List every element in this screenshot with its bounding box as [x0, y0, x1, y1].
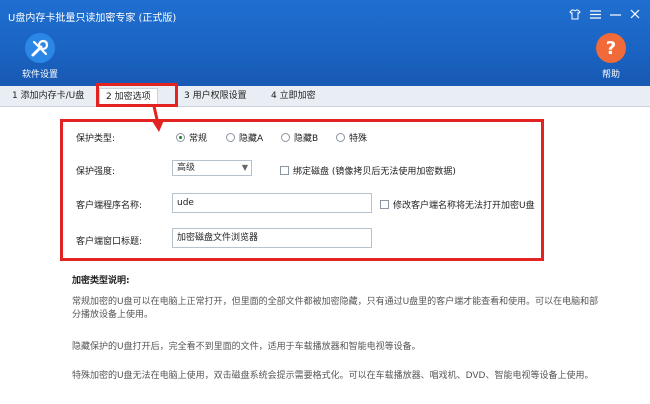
tab-add-card[interactable]: 1 添加内存卡/U盘 — [6, 88, 90, 107]
radio-label: 隐藏A — [239, 134, 264, 144]
client-name-label: 客户端程序名称: — [76, 201, 143, 211]
radio-hidden-a[interactable]: 隐藏A — [226, 131, 263, 144]
wrench-icon — [25, 33, 55, 63]
client-window-label: 客户端窗口标题: — [76, 237, 143, 247]
description-normal: 常规加密的U盘可以在电脑上正常打开，但里面的全部文件都被加密隐藏，只有通过U盘里… — [72, 297, 599, 320]
client-window-input[interactable]: 加密磁盘文件浏览器 — [172, 228, 372, 248]
protect-level-value: 高级 — [177, 163, 196, 173]
checkbox-box — [280, 166, 289, 175]
radio-hidden-b[interactable]: 隐藏B — [281, 131, 318, 144]
title-bar: U盘内存卡批量只读加密专家 (正式版) 软件设置 ? 帮助 — [0, 0, 650, 86]
help-label: 帮助 — [601, 70, 620, 80]
protect-level-select[interactable]: 高级 ▼ — [172, 160, 252, 176]
settings-button[interactable]: 软件设置 — [18, 33, 62, 80]
checkbox-box — [380, 200, 389, 209]
modify-name-checkbox[interactable]: 修改客户端名称将无法打开加密U盘 — [380, 198, 535, 211]
bind-disk-checkbox[interactable]: 绑定磁盘 (镜像拷贝后无法使用加密数据) — [280, 164, 456, 177]
description-special: 特殊加密的U盘无法在电脑上使用，双击磁盘系统会提示需要格式化。可以在车载播放器、… — [72, 371, 594, 381]
shirt-icon[interactable] — [566, 5, 584, 23]
minimize-icon[interactable] — [606, 5, 624, 23]
radio-dot — [176, 133, 185, 142]
window-title: U盘内存卡批量只读加密专家 (正式版) — [8, 13, 177, 24]
radio-special[interactable]: 特殊 — [336, 131, 367, 144]
bind-disk-label: 绑定磁盘 (镜像拷贝后无法使用加密数据) — [293, 167, 456, 177]
protect-type-label: 保护类型: — [76, 134, 116, 144]
window-controls — [566, 5, 644, 23]
protect-level-label: 保护强度: — [76, 167, 116, 177]
chevron-down-icon: ▼ — [241, 163, 248, 172]
tab-permissions[interactable]: 3 用户权限设置 — [178, 88, 253, 107]
radio-dot — [226, 133, 235, 142]
radio-label: 特殊 — [349, 134, 368, 144]
radio-label: 常规 — [189, 134, 208, 144]
radio-dot — [281, 133, 290, 142]
radio-label: 隐藏B — [294, 134, 319, 144]
menu-icon[interactable] — [586, 5, 604, 23]
modify-name-label: 修改客户端名称将无法打开加密U盘 — [393, 201, 535, 211]
description-hidden: 隐藏保护的U盘打开后，完全看不到里面的文件，适用于车载播放器和智能电视等设备。 — [72, 342, 421, 352]
help-icon: ? — [596, 33, 626, 63]
tab-encrypt-now[interactable]: 4 立即加密 — [265, 88, 322, 107]
help-button[interactable]: ? 帮助 — [589, 33, 633, 80]
radio-dot — [336, 133, 345, 142]
description-title: 加密类型说明: — [72, 276, 130, 286]
radio-normal[interactable]: 常规 — [176, 131, 207, 144]
settings-label: 软件设置 — [21, 70, 58, 80]
close-icon[interactable] — [626, 5, 644, 23]
client-name-input[interactable]: ude — [172, 193, 372, 213]
